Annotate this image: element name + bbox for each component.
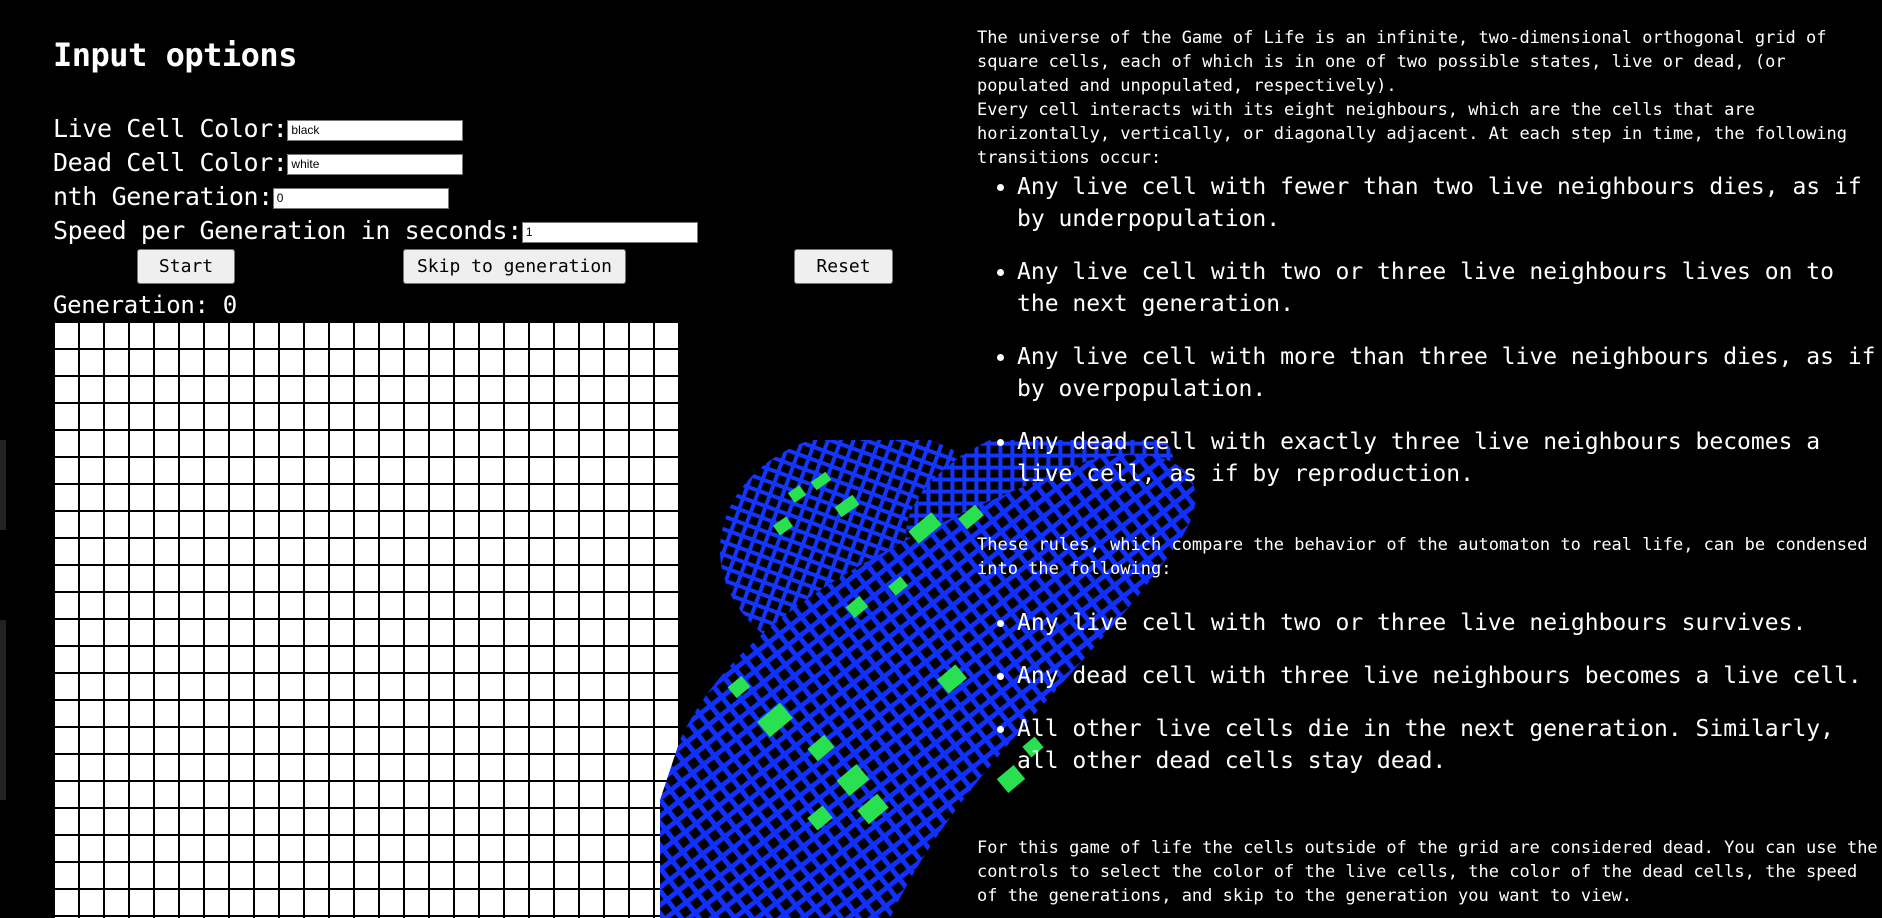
edge-marker — [0, 620, 6, 800]
reset-button[interactable]: Reset — [794, 249, 893, 284]
live-color-input[interactable] — [287, 119, 464, 141]
condensed-rule-item: Any dead cell with three live neighbours… — [1017, 660, 1882, 692]
dead-color-input[interactable] — [287, 153, 464, 175]
condensed-rules-list: Any live cell with two or three live nei… — [977, 607, 1882, 777]
footer-paragraph: For this game of life the cells outside … — [977, 838, 1878, 906]
edge-marker — [0, 440, 6, 530]
rules-list: Any live cell with fewer than two live n… — [977, 171, 1882, 490]
speed-label: Speed per Generation in seconds: — [53, 215, 522, 245]
dead-color-row: Dead Cell Color: — [53, 147, 464, 177]
rule-item: Any dead cell with exactly three live ne… — [1017, 426, 1882, 490]
intro-paragraph: The universe of the Game of Life is an i… — [977, 28, 1827, 96]
game-grid[interactable] — [53, 321, 680, 918]
start-button[interactable]: Start — [137, 249, 235, 284]
condensed-rule-item: Any live cell with two or three live nei… — [1017, 607, 1882, 639]
nth-generation-row: nth Generation: — [53, 181, 449, 211]
skip-to-generation-button[interactable]: Skip to generation — [403, 249, 626, 284]
live-color-label: Live Cell Color: — [53, 113, 288, 143]
speed-input[interactable] — [521, 221, 698, 243]
speed-row: Speed per Generation in seconds: — [53, 215, 698, 245]
dead-color-label: Dead Cell Color: — [53, 147, 288, 177]
page: Input options Live Cell Color: Dead Cell… — [0, 0, 1882, 918]
rule-item: Any live cell with fewer than two live n… — [1017, 171, 1882, 235]
page-title: Input options — [53, 36, 297, 74]
neighbours-paragraph: Every cell interacts with its eight neig… — [977, 100, 1847, 168]
nth-generation-label: nth Generation: — [53, 181, 273, 211]
live-color-row: Live Cell Color: — [53, 113, 464, 143]
condensed-intro-paragraph: These rules, which compare the behavior … — [977, 535, 1868, 579]
generation-counter: Generation: 0 — [53, 291, 237, 319]
rule-item: Any live cell with more than three live … — [1017, 341, 1882, 405]
rule-item: Any live cell with two or three live nei… — [1017, 256, 1882, 320]
condensed-rule-item: All other live cells die in the next gen… — [1017, 713, 1882, 777]
nth-generation-input[interactable] — [272, 187, 449, 209]
